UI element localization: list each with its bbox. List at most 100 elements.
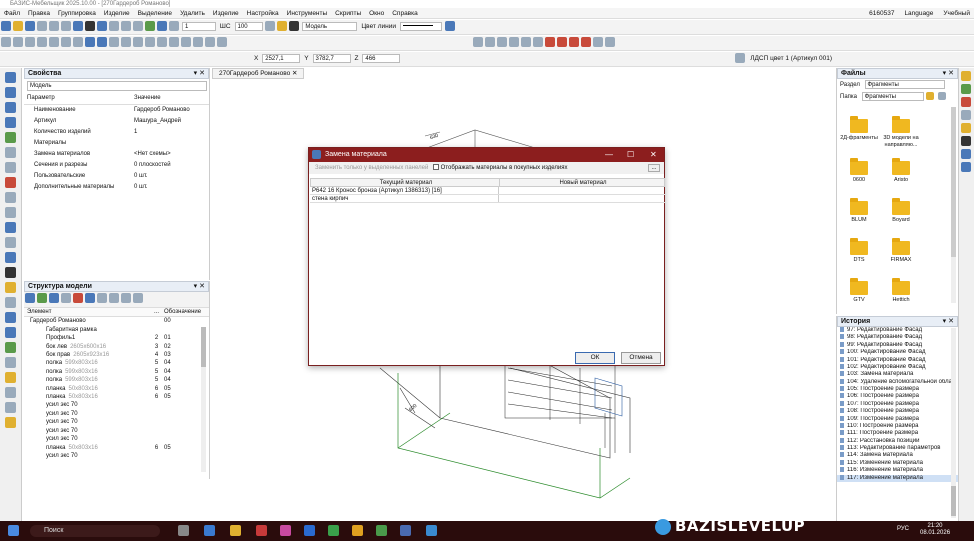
folder-item[interactable]: Boyard — [881, 198, 921, 224]
tree-row[interactable]: полка 599x803x16 5 04 — [24, 368, 209, 376]
prop-row[interactable]: Количество изделий 1 — [24, 127, 209, 138]
cloud-icon[interactable] — [961, 162, 971, 172]
history-item[interactable]: 114: Замена материала — [837, 452, 958, 459]
history-scrollbar[interactable] — [951, 328, 956, 518]
tree-row[interactable]: планка 50x803x16 6 05 — [24, 385, 209, 393]
language-menu[interactable]: Language — [900, 8, 937, 19]
prop-row[interactable]: Наименование Гардероб Романово — [24, 105, 209, 116]
book-icon[interactable] — [961, 97, 971, 107]
tree-row[interactable]: планка 50x803x16 6 05 — [24, 444, 209, 452]
pointer-icon[interactable] — [121, 21, 131, 31]
report-icon[interactable] — [5, 342, 16, 353]
snap-icon[interactable] — [145, 21, 155, 31]
bold-icon[interactable] — [85, 21, 95, 31]
text-icon[interactable] — [73, 37, 83, 47]
profile-tool-icon[interactable] — [5, 207, 16, 218]
redo-icon[interactable] — [61, 21, 71, 31]
view-right-icon[interactable] — [508, 37, 519, 47]
cursor-icon[interactable] — [157, 21, 167, 31]
settings-icon[interactable] — [5, 402, 16, 413]
only-selected-option[interactable]: Заменить только у выделенных панелей — [315, 165, 428, 171]
history-item[interactable]: 103: Замена материала — [837, 371, 958, 378]
body-icon[interactable] — [121, 37, 131, 47]
facade-icon[interactable] — [5, 162, 16, 173]
array-icon[interactable] — [181, 37, 191, 47]
panel-free-icon[interactable] — [5, 117, 16, 128]
print-icon[interactable] — [37, 21, 47, 31]
history-item[interactable]: 101: Редактирование Фасад — [837, 356, 958, 364]
history-item[interactable]: 102: Редактирование Фасад — [837, 363, 958, 371]
menu-window[interactable]: Окно — [365, 8, 388, 19]
tree-row[interactable]: планка 50x803x16 6 05 — [24, 393, 209, 401]
eye-icon[interactable] — [97, 293, 107, 303]
whatsapp-icon[interactable] — [328, 525, 339, 536]
prop-row[interactable]: Дополнительные материалы 0 шт. — [24, 182, 209, 193]
view-mode-select[interactable]: Модель — [302, 21, 358, 31]
task-view-icon[interactable] — [178, 525, 189, 536]
new-material-cell[interactable] — [499, 187, 665, 194]
show-purchased-checkbox[interactable] — [433, 164, 439, 171]
panel-v-icon[interactable] — [97, 37, 107, 47]
y-coord-field[interactable]: 3782,7 — [312, 53, 351, 63]
bulb-icon[interactable] — [961, 71, 971, 81]
dimension-icon[interactable] — [157, 37, 167, 47]
zoom-icon[interactable] — [5, 327, 16, 338]
panel-vertical-icon[interactable] — [5, 87, 16, 98]
sigma-icon[interactable] — [961, 136, 971, 146]
current-material-cell[interactable]: Р642 16 Кронос бронза (Артикул 1386313) … — [310, 187, 499, 194]
history-item[interactable]: 107: Построение размера — [837, 400, 958, 408]
cube-icon[interactable] — [961, 123, 971, 133]
tree-row[interactable]: бок прав 2605x923x16 4 03 — [24, 351, 209, 359]
tree-row[interactable]: усил экс 70 — [24, 452, 209, 460]
move-icon[interactable] — [205, 37, 215, 47]
folder-item[interactable]: 0600 — [839, 158, 879, 184]
menu-tools[interactable]: Инструменты — [283, 8, 332, 19]
refresh-icon[interactable] — [938, 92, 947, 101]
folder-select[interactable]: Фрагменты — [861, 91, 924, 101]
structure-scrollbar[interactable] — [201, 327, 206, 472]
language-indicator[interactable]: РУС — [897, 526, 909, 532]
app-icon[interactable] — [280, 525, 291, 536]
zoom-icon[interactable] — [304, 525, 315, 536]
tree-row[interactable]: Гардероб Романово 00 — [24, 317, 209, 325]
menu-file[interactable]: Файл — [0, 8, 24, 19]
prop-row[interactable]: Сечения и разрезы 0 плоскостей — [24, 160, 209, 171]
current-material[interactable]: ЛДСП цвет 1 (Артикул 001) — [750, 55, 832, 62]
select-icon[interactable] — [85, 293, 95, 303]
view-left-icon[interactable] — [496, 37, 507, 47]
panel-frontal-icon[interactable] — [5, 102, 16, 113]
tree-row[interactable]: полка 599x803x16 5 04 — [24, 376, 209, 384]
history-item[interactable]: 113: Редактирование параметров — [837, 445, 958, 452]
view-iso2-icon[interactable] — [556, 37, 567, 47]
bulb-icon[interactable] — [5, 282, 16, 293]
cutout-icon[interactable] — [5, 222, 16, 233]
history-item[interactable]: 98: Редактирование Фасад — [837, 334, 958, 341]
edge-icon[interactable] — [5, 237, 16, 248]
clock-icon[interactable] — [5, 267, 16, 278]
scale-tool-icon[interactable] — [217, 37, 227, 47]
menu-product[interactable]: Изделие — [100, 8, 134, 19]
line-tool-icon[interactable] — [1, 37, 11, 47]
folder-item[interactable]: 2Д-фрагменты — [839, 116, 879, 142]
mode-menu[interactable]: Учебный — [939, 8, 974, 19]
panel-icon[interactable] — [85, 37, 95, 47]
ok-button[interactable]: ОК — [575, 352, 615, 364]
tree-row[interactable]: усил экс 70 — [24, 418, 209, 426]
pinterest-icon[interactable] — [256, 525, 267, 536]
clock[interactable]: 21:20 08.01.2026 — [920, 523, 950, 537]
x-coord-field[interactable]: 2527,1 — [262, 53, 301, 63]
tree-row[interactable]: Габаритная рамка — [24, 326, 209, 334]
mirror-icon[interactable] — [169, 37, 179, 47]
color-swatch-icon[interactable] — [289, 21, 300, 31]
drawer-icon[interactable] — [5, 192, 16, 203]
step-field[interactable]: 100 — [234, 21, 263, 31]
folder-up-icon[interactable] — [926, 92, 935, 101]
start-icon[interactable] — [8, 525, 19, 536]
view-iso4-icon[interactable] — [580, 37, 591, 47]
history-item[interactable]: 105: Построение размера — [837, 386, 958, 393]
tree-row[interactable]: бок лев 2605x600x16 3 02 — [24, 343, 209, 351]
app-icon[interactable] — [352, 525, 363, 536]
folder-item[interactable]: BLUM — [839, 198, 879, 224]
history-item[interactable]: 104: Удаление вспомогательной обла — [837, 378, 958, 386]
maximize-button[interactable]: ☐ — [627, 148, 634, 162]
